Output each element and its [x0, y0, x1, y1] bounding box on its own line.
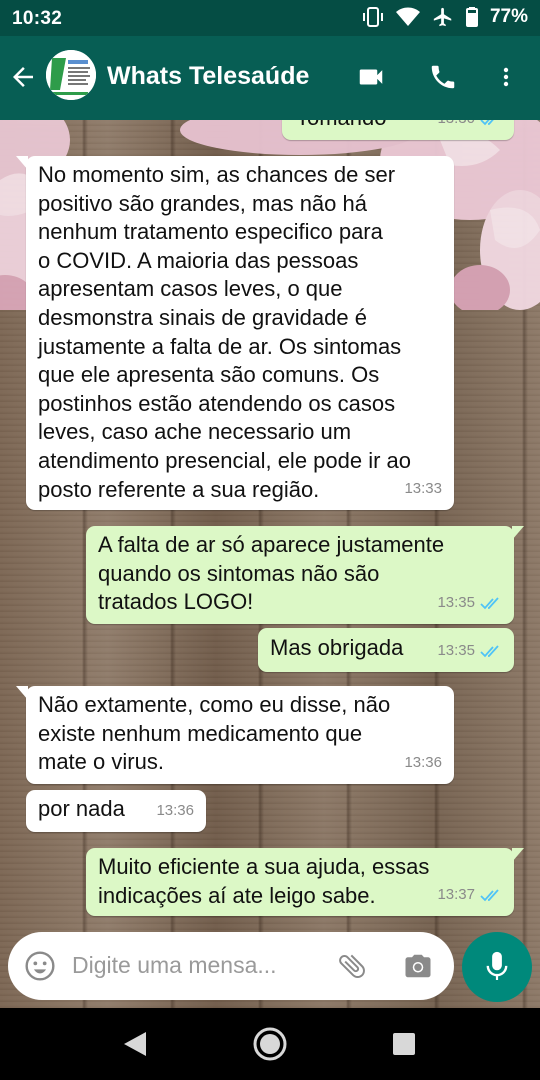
- message-bubble-outgoing[interactable]: A falta de ar só aparece justamente quan…: [86, 526, 524, 624]
- status-time: 10:32: [12, 8, 63, 29]
- chat-area[interactable]: Tomando 13:30 No momento sim, as chances…: [0, 120, 540, 1008]
- more-vert-icon[interactable]: [494, 62, 518, 97]
- recents-nav-icon[interactable]: [392, 1032, 416, 1061]
- message-text: Mas obrigada: [270, 635, 404, 660]
- double-check-icon: [480, 120, 494, 126]
- mic-button[interactable]: [462, 932, 532, 1002]
- message-input[interactable]: Digite uma mensa...: [72, 952, 277, 979]
- phone-icon[interactable]: [428, 62, 458, 97]
- video-call-icon[interactable]: [354, 62, 388, 97]
- arrow-back-icon[interactable]: [8, 62, 40, 94]
- double-check-icon: [480, 645, 499, 658]
- message-text: por nada: [38, 796, 125, 821]
- vibrate-icon: [362, 7, 384, 27]
- message-text: Não extamente, como eu disse, não existe…: [38, 692, 391, 775]
- message-time: 13:37: [437, 886, 475, 904]
- avatar[interactable]: [46, 50, 96, 100]
- message-bubble-outgoing[interactable]: Mas obrigada 13:35: [258, 628, 514, 672]
- chat-header: Whats Telesaúde: [0, 36, 540, 120]
- emoji-icon[interactable]: [24, 950, 56, 987]
- message-text: Muito eficiente a sua ajuda, essas indic…: [98, 854, 430, 908]
- message-time: 13:33: [404, 480, 442, 498]
- message-bubble-incoming[interactable]: No momento sim, as chances de ser positi…: [16, 156, 454, 510]
- double-check-icon: [480, 597, 499, 610]
- contact-name[interactable]: Whats Telesaúde: [107, 62, 309, 91]
- message-time: 13:36: [404, 754, 442, 772]
- message-time: 13:30: [437, 120, 475, 134]
- message-text: Tomando: [296, 120, 387, 133]
- message-text: No momento sim, as chances de ser positi…: [38, 162, 412, 502]
- system-navigation-bar: [0, 1008, 540, 1080]
- attach-icon[interactable]: [336, 950, 368, 987]
- message-composer[interactable]: Digite uma mensa...: [8, 932, 454, 1000]
- wifi-icon: [395, 7, 420, 27]
- battery-percent: 77%: [489, 6, 528, 27]
- message-time: 13:36: [156, 802, 194, 820]
- camera-icon[interactable]: [402, 951, 434, 986]
- message-bubble-outgoing[interactable]: Muito eficiente a sua ajuda, essas indic…: [86, 848, 524, 916]
- message-bubble-incoming[interactable]: por nada 13:36: [26, 790, 206, 832]
- double-check-icon: [480, 889, 499, 902]
- message-time: 13:35: [437, 642, 475, 660]
- message-text: A falta de ar só aparece justamente quan…: [98, 532, 445, 615]
- home-nav-icon[interactable]: [252, 1026, 288, 1067]
- message-time: 13:35: [437, 594, 475, 612]
- message-bubble-incoming[interactable]: Não extamente, como eu disse, não existe…: [16, 686, 454, 784]
- status-bar: 10:32 77%: [0, 0, 540, 36]
- message-bubble-outgoing[interactable]: Tomando 13:30: [282, 120, 514, 140]
- battery-icon: [465, 7, 478, 27]
- back-nav-icon[interactable]: [122, 1030, 148, 1063]
- airplane-icon: [432, 6, 454, 28]
